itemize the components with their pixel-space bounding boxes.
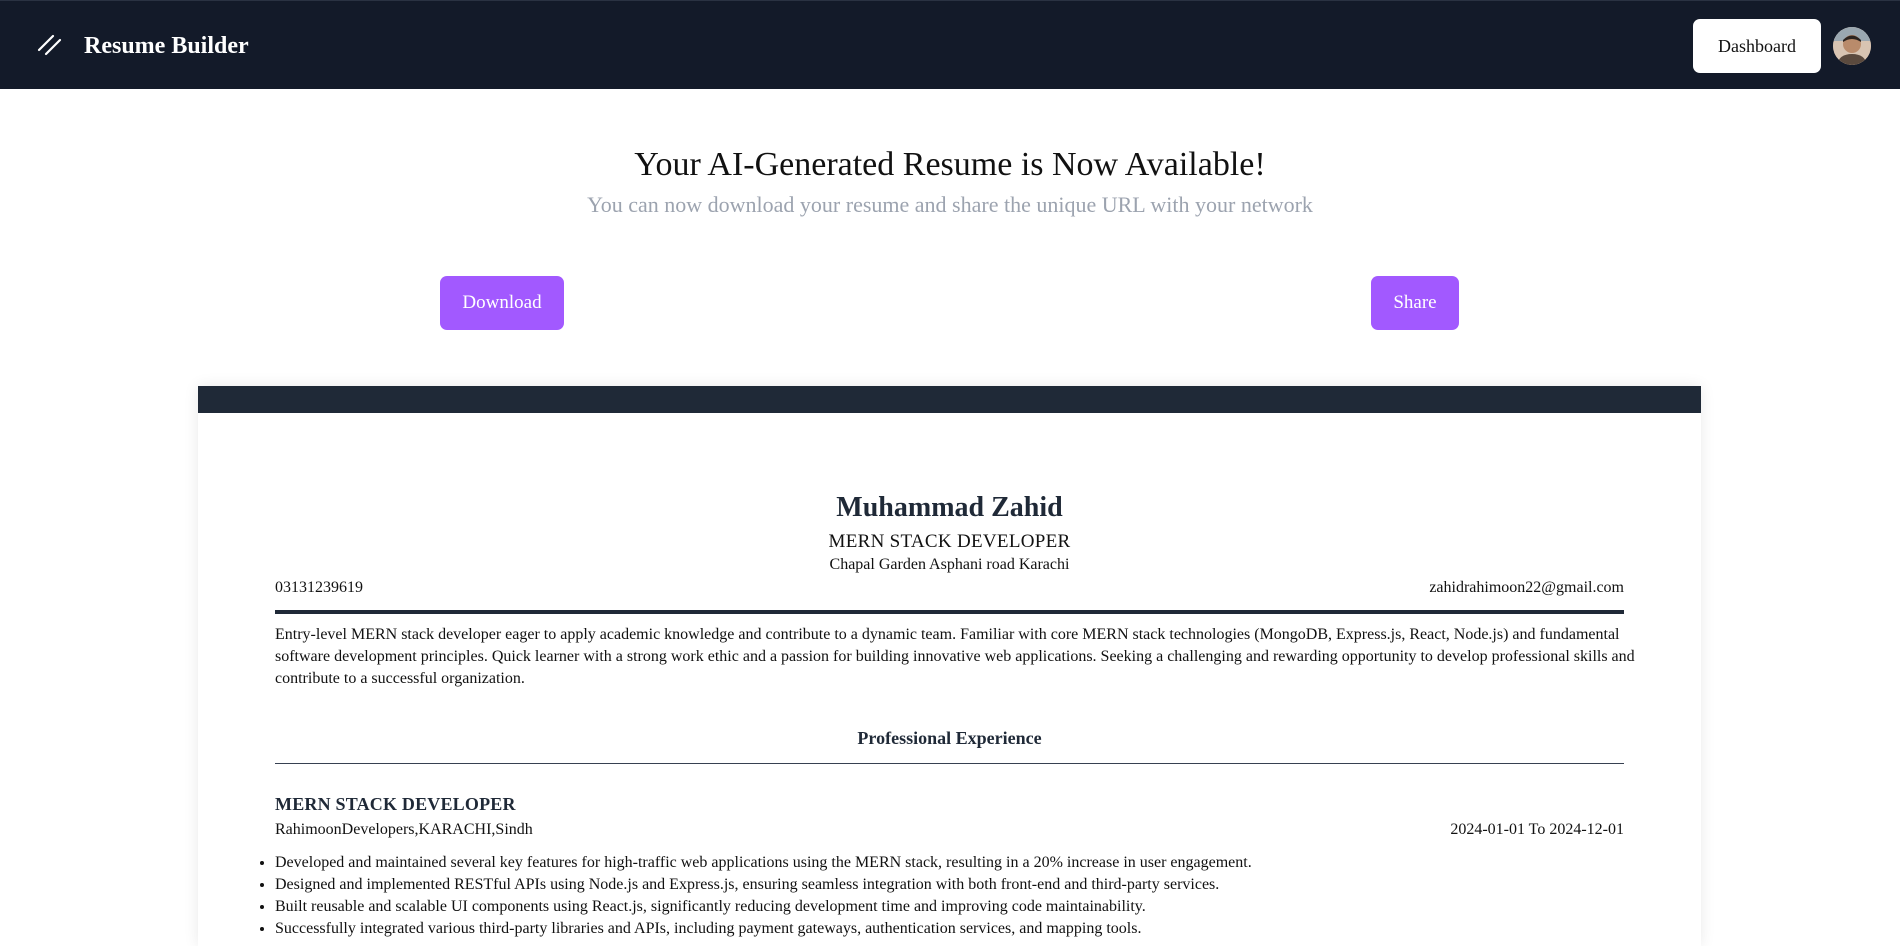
experience-bullet: Designed and implemented RESTful APIs us… [275, 874, 1635, 896]
resume-divider-thin [275, 763, 1624, 764]
resume-divider-thick [275, 610, 1624, 614]
top-navbar: Resume Builder Dashboard [0, 0, 1900, 89]
share-button[interactable]: Share [1371, 276, 1459, 330]
user-avatar[interactable] [1833, 27, 1871, 65]
experience-bullet: Successfully integrated various third-pa… [275, 918, 1635, 940]
resume-email: zahidrahimoon22@gmail.com [1429, 579, 1624, 596]
page-subtitle: You can now download your resume and sha… [587, 192, 1313, 217]
resume-job-title: MERN STACK DEVELOPER [828, 531, 1071, 552]
slash-logo-icon [36, 30, 64, 63]
page-title: Your AI-Generated Resume is Now Availabl… [634, 146, 1266, 183]
dashboard-button[interactable]: Dashboard [1693, 19, 1821, 73]
resume-name: Muhammad Zahid [836, 492, 1063, 523]
experience-dates: 2024-01-01 To 2024-12-01 [1450, 821, 1624, 838]
resume-preview: Muhammad Zahid MERN STACK DEVELOPER Chap… [198, 386, 1701, 946]
experience-company: RahimoonDevelopers,KARACHI,Sindh [275, 821, 533, 838]
experience-bullet: Built reusable and scalable UI component… [275, 896, 1635, 918]
resume-header-bar [198, 386, 1701, 413]
brand[interactable]: Resume Builder [36, 26, 249, 66]
resume-phone: 03131239619 [275, 579, 363, 596]
download-button[interactable]: Download [440, 276, 564, 330]
experience-bullets: Developed and maintained several key fea… [275, 852, 1635, 940]
brand-title: Resume Builder [84, 32, 249, 59]
experience-job-title: MERN STACK DEVELOPER [275, 794, 516, 814]
experience-heading: Professional Experience [857, 728, 1042, 748]
resume-summary: Entry-level MERN stack developer eager t… [275, 626, 1635, 687]
resume-address: Chapal Garden Asphani road Karachi [829, 556, 1070, 573]
experience-bullet: Developed and maintained several key fea… [275, 852, 1635, 874]
